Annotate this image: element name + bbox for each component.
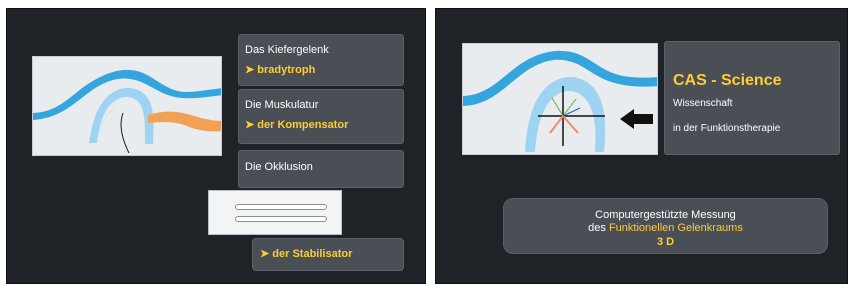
muscle-shape — [148, 111, 221, 132]
stabilisator-text: ➤ der Stabilisator — [260, 248, 353, 260]
condyle-needle-line — [120, 112, 130, 154]
cas-science-panel: CAS - Science Wissenschaft in der Funkti… — [664, 41, 840, 155]
red-measure-line-1 — [549, 115, 564, 134]
red-measure-line-2 — [562, 115, 579, 134]
panel-muskulatur-highlight: ➤ der Kompensator — [245, 119, 349, 131]
panel-kiefergelenk: Das Kiefergelenk ➤ bradytroph — [238, 34, 404, 86]
cas-science-subtitle-2: in der Funktionstherapie — [673, 123, 781, 134]
measurement-line-2-highlight: Funktionellen Gelenkraums — [608, 222, 743, 234]
measurement-summary-panel: Computergestützte Messung des Funktionel… — [503, 198, 828, 254]
panel-okklusion: Die Okklusion — [238, 150, 404, 188]
panel-kiefergelenk-title: Das Kiefergelenk — [245, 44, 329, 56]
panel-stabilisator: ➤ der Stabilisator — [252, 238, 404, 271]
slides-screenshot: Das Kiefergelenk ➤ bradytroph Die Muskul… — [0, 0, 851, 289]
right-slide: CAS - Science Wissenschaft in der Funkti… — [435, 8, 848, 284]
occlusion-lower-line — [235, 216, 327, 222]
measurement-line-1: Computergestützte Messung — [595, 209, 736, 221]
left-arrow-icon — [620, 109, 653, 129]
occlusion-upper-line — [235, 204, 327, 210]
cas-science-title: CAS - Science — [673, 72, 782, 89]
panel-muskulatur: Die Muskulatur ➤ der Kompensator — [238, 89, 404, 144]
cas-science-subtitle-1: Wissenschaft — [673, 98, 733, 109]
panel-okklusion-title: Die Okklusion — [245, 161, 313, 173]
condyle-outline-shape — [89, 87, 154, 144]
condyle-inner-line-right — [554, 91, 569, 115]
measurement-line-3: 3 D — [656, 236, 675, 248]
green-measure-line-1 — [551, 97, 564, 117]
measurement-illustration — [462, 43, 658, 155]
panel-muskulatur-title: Die Muskulatur — [245, 99, 319, 111]
jaw-joint-svg — [33, 69, 221, 154]
jaw-joint-illustration — [32, 56, 222, 156]
upper-jaw-shape-right — [463, 50, 657, 106]
left-slide: Das Kiefergelenk ➤ bradytroph Die Muskul… — [6, 8, 426, 284]
measurement-line-2-prefix: des — [588, 222, 609, 234]
occlusion-illustration — [208, 190, 342, 235]
panel-kiefergelenk-highlight: ➤ bradytroph — [245, 64, 316, 76]
measurement-line-2: des Funktionellen Gelenkraums — [504, 222, 827, 235]
measurement-svg — [463, 50, 657, 152]
